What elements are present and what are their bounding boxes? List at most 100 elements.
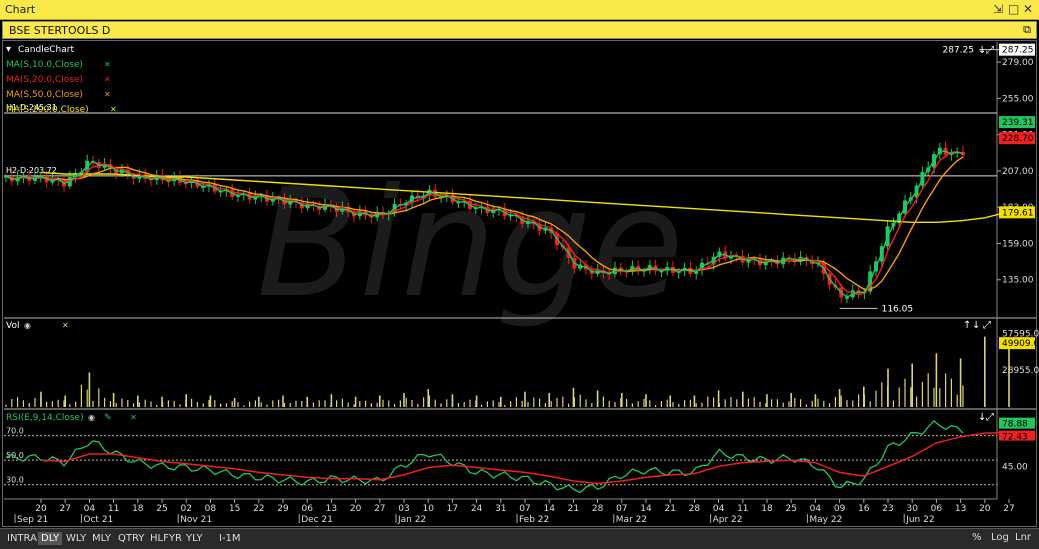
legend-ma10-close-icon: ✕: [104, 60, 111, 69]
x-tick-day: 13: [326, 504, 337, 514]
x-tick-day: 21: [568, 504, 579, 514]
period-dly-button[interactable]: DLY: [38, 532, 63, 545]
price-tick-label: 207.00: [1002, 167, 1034, 177]
x-tick-month: Sep 21: [17, 515, 48, 525]
x-tick-day: 11: [108, 504, 119, 514]
vol-close-icon: ✕: [62, 321, 69, 330]
x-tick-day: 14: [543, 504, 555, 514]
x-tick-day: 09: [834, 504, 846, 514]
legend-ma50-close-icon: ✕: [104, 90, 111, 99]
x-tick-month: Oct 21: [83, 515, 113, 525]
x-tick-day: 06: [301, 504, 313, 514]
vol-down-icon: ↓: [972, 320, 980, 331]
x-tick-day: 30: [906, 504, 918, 514]
vol-expand-icon: ⤢: [983, 320, 991, 331]
chart-canvas[interactable]: BingeH1-D:245.31H2-D:203.72287.25116.052…: [0, 0, 1039, 528]
vol-eye-icon: ◉: [24, 321, 31, 330]
price-panel-expand-icon: ⤢: [986, 45, 994, 56]
x-tick-day: 24: [471, 504, 483, 514]
x-tick-day: 25: [156, 504, 167, 514]
high-label: 287.25: [943, 46, 975, 56]
rsi-tick-label: 45.00: [1002, 462, 1028, 472]
x-tick-day: 27: [59, 504, 70, 514]
low-label: 116.05: [882, 304, 914, 314]
legend-vol: Vol: [6, 321, 19, 331]
price-tick-label: 279.00: [1002, 58, 1034, 68]
period-intra-button[interactable]: INTRA: [7, 533, 37, 544]
x-tick-day: 15: [229, 504, 240, 514]
rsi-expand-icon: ⤢: [986, 412, 994, 423]
volume-bars-group: [5, 373, 964, 407]
x-tick-day: 04: [84, 504, 96, 514]
period-toolbar: INTRA DLY WLY MLY QTRY HLFYR YLY I-1M % …: [0, 528, 1039, 549]
x-tick-day: 04: [713, 504, 725, 514]
legend-ma200-close-icon: ✕: [110, 105, 117, 114]
x-tick-day: 04: [810, 504, 822, 514]
x-tick-day: 25: [785, 504, 796, 514]
rsi-line: [5, 420, 964, 494]
x-tick-day: 20: [979, 504, 991, 514]
x-tick-day: 20: [35, 504, 47, 514]
price-tick-label: 135.00: [1002, 276, 1034, 286]
rsi-close-icon: ✕: [130, 413, 137, 422]
percent-scale-button[interactable]: %: [972, 532, 982, 543]
period-wly-button[interactable]: WLY: [66, 533, 86, 544]
x-tick-month: Apr 22: [713, 515, 743, 525]
volume-last-label: 49909.0: [1002, 339, 1039, 349]
period-qtry-button[interactable]: QTRY: [118, 533, 144, 544]
linear-scale-button[interactable]: Lnr: [1015, 532, 1031, 543]
legend-ma50: MA(S,50.0,Close): [6, 90, 83, 100]
interval-button[interactable]: I-1M: [219, 533, 241, 544]
x-tick-month: Feb 22: [519, 515, 549, 525]
x-tick-month: Jun 22: [905, 515, 934, 525]
legend-ma200: MA(S,200.0,Close): [6, 105, 89, 115]
x-tick-month: Nov 21: [180, 515, 212, 525]
rsi-level-label: 30.0: [6, 476, 24, 485]
x-tick-day: 08: [205, 504, 217, 514]
x-tick-day: 29: [277, 504, 289, 514]
x-tick-day: 10: [422, 504, 434, 514]
price-tick-label: 159.00: [1002, 239, 1034, 249]
rsi-edit-icon: ✎: [104, 413, 112, 423]
ma10-price-label: 239.31: [1002, 118, 1034, 128]
ma20-price-label: 228.70: [1002, 134, 1034, 144]
rsi-signal-label: 72.43: [1002, 433, 1028, 443]
log-scale-button[interactable]: Log: [991, 532, 1009, 543]
x-tick-day: 21: [664, 504, 675, 514]
rsi-last-label: 78.88: [1002, 420, 1028, 430]
x-tick-day: 18: [761, 504, 773, 514]
period-yly-button[interactable]: YLY: [186, 533, 202, 544]
x-tick-month: Dec 21: [301, 515, 333, 525]
legend-ma10: MA(S,10.0,Close): [6, 60, 83, 70]
x-tick-day: 27: [374, 504, 385, 514]
vol-up-icon: ↑: [963, 320, 971, 331]
x-tick-day: 31: [495, 504, 506, 514]
x-tick-day: 14: [640, 504, 652, 514]
x-tick-day: 22: [253, 504, 264, 514]
x-tick-day: 06: [931, 504, 943, 514]
x-tick-day: 07: [519, 504, 530, 514]
x-tick-day: 16: [858, 504, 870, 514]
price-tick-label: 255.00: [1002, 94, 1034, 104]
x-tick-day: 11: [737, 504, 748, 514]
x-tick-day: 02: [180, 504, 191, 514]
x-tick-day: 03: [398, 504, 409, 514]
x-tick-day: 18: [132, 504, 144, 514]
x-tick-day: 23: [882, 504, 893, 514]
x-tick-month: Jan 22: [397, 515, 426, 525]
legend-ma20: MA(S,20.0,Close): [6, 75, 83, 85]
x-tick-day: 20: [350, 504, 362, 514]
x-tick-day: 17: [447, 504, 458, 514]
x-tick-day: 13: [955, 504, 966, 514]
x-tick-month: May 22: [809, 515, 842, 525]
ma200-price-label: 179.61: [1002, 208, 1034, 218]
rsi-eye-icon: ◉: [88, 413, 95, 422]
period-mly-button[interactable]: MLY: [92, 533, 111, 544]
legend-collapse-icon: ▾: [6, 44, 11, 55]
watermark-text: Binge: [256, 157, 683, 331]
x-tick-day: 27: [1003, 504, 1014, 514]
last-price-label: 287.25: [1002, 46, 1034, 56]
x-tick-day: 28: [592, 504, 604, 514]
legend-candle: CandleChart: [18, 45, 74, 55]
period-hlfyr-button[interactable]: HLFYR: [150, 533, 182, 544]
